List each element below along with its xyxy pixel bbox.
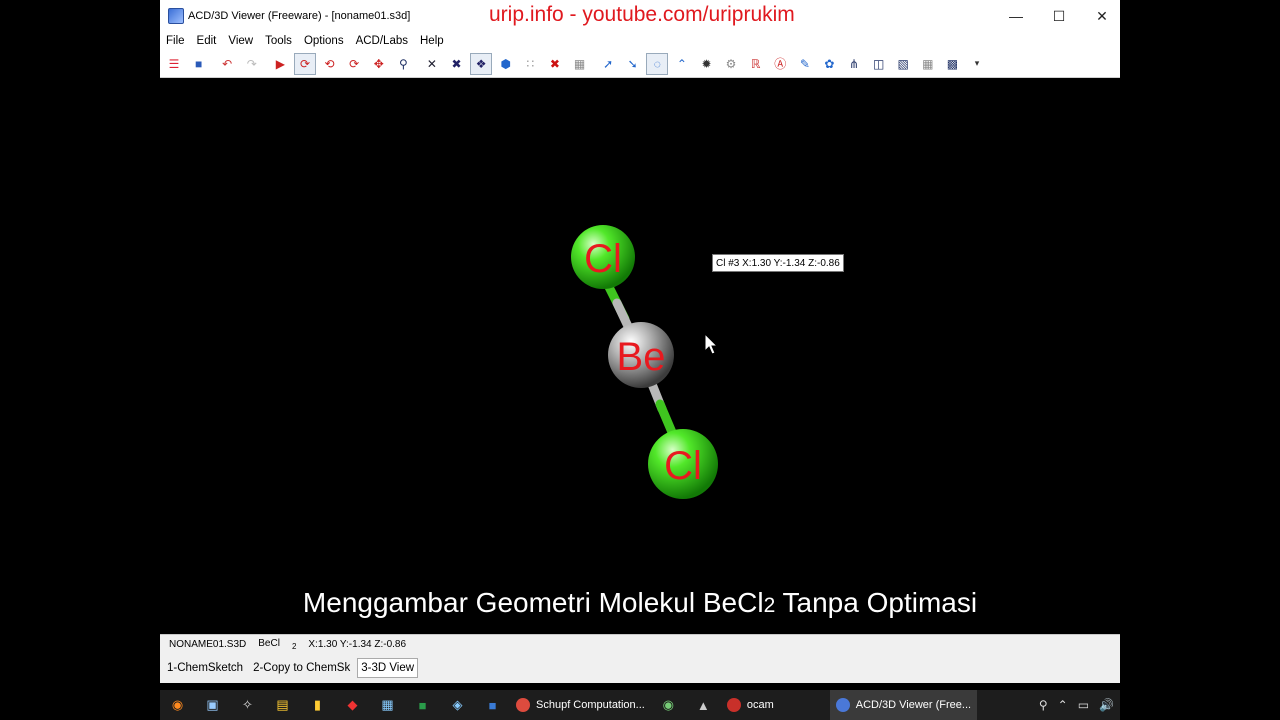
status-coords: X:1.30 Y:-1.34 Z:-0.86 [308, 638, 407, 650]
menu-acdlabs[interactable]: ACD/Labs [350, 35, 414, 47]
rotate-icon[interactable]: ⟳ [293, 52, 316, 75]
taskbar-app-acd[interactable]: ACD/3D Viewer (Free... [829, 690, 978, 720]
app-icon [168, 8, 184, 24]
taskbar-app-label: ocam [746, 699, 774, 711]
ocam-icon [726, 698, 741, 712]
system-tray: ⚲ ⌃ ▭ 🔊 [1029, 698, 1120, 712]
app-icon-3[interactable]: ✧ [230, 690, 265, 720]
ball-stick-icon[interactable]: ❖ [470, 52, 493, 75]
formula-text: BeCl [258, 637, 280, 649]
layout-icon[interactable]: ▦ [917, 53, 939, 75]
torsion-icon[interactable]: ⌃ [671, 53, 693, 75]
wire-icon[interactable]: ✖ [446, 53, 468, 75]
volume-icon[interactable]: 🔊 [1099, 698, 1114, 712]
title-bar: ACD/3D Viewer (Freeware) - [noname01.s3d… [160, 0, 1120, 32]
rs-icon[interactable]: ℝ [745, 53, 767, 75]
select-icon[interactable]: ▶ [269, 53, 291, 75]
close-button[interactable]: ✕ [1080, 0, 1124, 32]
status-bar: NONAME01.S3D BeCl 2 X:1.30 Y:-1.34 Z:-0.8… [160, 634, 1120, 653]
menu-help[interactable]: Help [414, 35, 450, 47]
overflow-icon[interactable]: ▾ [966, 53, 988, 75]
minimize-button[interactable]: — [994, 0, 1038, 32]
firefox-icon[interactable]: ◉ [160, 690, 195, 720]
watermark-text: urip.info - youtube.com/uriprukim [489, 3, 795, 26]
acd-icon [835, 698, 850, 712]
spacefill-icon[interactable]: ⬢ [495, 53, 517, 75]
app-icon-7[interactable]: ▦ [370, 690, 405, 720]
atom-label-be: Be [617, 335, 666, 379]
taskbar-app-label: ACD/3D Viewer (Free... [855, 699, 972, 711]
chevron-up-icon[interactable]: ⌃ [1058, 698, 1068, 712]
toolbar: ☰ ■ ↶ ↷ ▶ ⟳ ⟲ ⟳ ✥ ⚲ ✕ ✖ ❖ ⬢ ∷ ✖ ▦ ➚ ➘ ◌ … [160, 50, 1120, 78]
app-icon-9[interactable]: ◈ [440, 690, 475, 720]
caption-text: Menggambar Geometri Molekul BeCl [302, 587, 764, 618]
bond-icon[interactable]: ◌ [646, 52, 669, 75]
excel-icon[interactable]: ■ [405, 690, 440, 720]
chrome-icon [516, 698, 530, 712]
app-icon-11[interactable]: ◉ [651, 690, 686, 720]
undo-icon[interactable]: ↶ [216, 53, 238, 75]
menu-file[interactable]: File [160, 35, 191, 47]
battery-icon[interactable]: ▭ [1078, 698, 1089, 712]
color-icon[interactable]: ✎ [794, 53, 816, 75]
tab-bar: 1-ChemSketch 2-Copy to ChemSk 3-3D View [160, 653, 1120, 683]
atom-label-cl-1: Cl [584, 237, 622, 281]
tab-3d-view[interactable]: 3-3D View [357, 658, 419, 678]
taskbar-app-ocam[interactable]: ocam [721, 690, 780, 720]
tab-chemsketch[interactable]: 1-ChemSketch [164, 659, 246, 677]
dotted-surface-icon[interactable]: ✖ [544, 53, 566, 75]
status-formula: BeCl 2 [258, 638, 296, 651]
tree-icon[interactable]: ⋔ [843, 53, 865, 75]
menu-view[interactable]: View [222, 35, 259, 47]
zoom-icon[interactable]: ⚲ [392, 53, 414, 75]
app-icon-12[interactable]: ▲ [686, 690, 721, 720]
status-file: NONAME01.S3D [169, 638, 247, 650]
atom-label-icon[interactable]: ✹ [695, 53, 717, 75]
formula-subscript: 2 [291, 641, 297, 651]
move-icon[interactable]: ✥ [368, 53, 390, 75]
grid-icon[interactable]: ▦ [569, 53, 591, 75]
redo-icon[interactable]: ↷ [241, 53, 263, 75]
rotate-y-icon[interactable]: ⟲ [319, 53, 341, 75]
tab-copy-to-chemsk[interactable]: 2-Copy to ChemSk [250, 659, 353, 677]
open-icon[interactable]: ☰ [163, 53, 185, 75]
molecule-view[interactable]: Cl Be Cl [160, 79, 1120, 634]
dots-icon[interactable]: ∷ [519, 53, 541, 75]
caption-subscript: 2 [763, 594, 776, 617]
notes-icon[interactable]: ▤ [265, 690, 300, 720]
menu-bar: File Edit View Tools Options ACD/Labs He… [160, 32, 1120, 50]
taskbar-app-chrome[interactable]: Schupf Computation... [510, 690, 651, 720]
3d-viewport[interactable]: Cl Be Cl Cl #3 X:1.30 Y:-1.34 Z:-0.86 Me… [160, 79, 1120, 634]
window-title: ACD/3D Viewer (Freeware) - [noname01.s3d… [188, 10, 411, 22]
app-icon-2[interactable]: ▣ [195, 690, 230, 720]
taskbar-app-label: Schupf Computation... [536, 699, 645, 711]
app-window: ACD/3D Viewer (Freeware) - [noname01.s3d… [160, 0, 1120, 690]
stick-icon[interactable]: ✕ [421, 53, 443, 75]
export-icon[interactable]: ▩ [941, 53, 963, 75]
word-icon[interactable]: ■ [475, 690, 510, 720]
file-explorer-icon[interactable]: ▮ [300, 690, 335, 720]
taskbar: ◉ ▣ ✧ ▤ ▮ ◆ ▦ ■ ◈ ■ Schupf Computation..… [160, 690, 1120, 720]
mouse-cursor-icon [704, 332, 719, 355]
rotate-z-icon[interactable]: ⟳ [343, 53, 365, 75]
app-icon-6[interactable]: ◆ [335, 690, 370, 720]
menu-tools[interactable]: Tools [259, 35, 298, 47]
atom-tooltip: Cl #3 X:1.30 Y:-1.34 Z:-0.86 [712, 254, 844, 272]
page-icon[interactable]: ◫ [868, 53, 890, 75]
menu-edit[interactable]: Edit [191, 35, 223, 47]
angle-icon[interactable]: ➘ [622, 53, 644, 75]
optimize-icon[interactable]: ⚙ [720, 53, 742, 75]
video-caption: Menggambar Geometri Molekul BeCl2 Tanpa … [160, 587, 1120, 619]
film-icon[interactable]: ▧ [892, 53, 914, 75]
menu-options[interactable]: Options [298, 35, 350, 47]
a-label-icon[interactable]: Ⓐ [769, 53, 791, 75]
measure-icon[interactable]: ➚ [597, 53, 619, 75]
molecule-icon[interactable]: ✿ [818, 53, 840, 75]
maximize-button[interactable]: ☐ [1037, 0, 1081, 32]
people-icon[interactable]: ⚲ [1039, 698, 1048, 712]
save-icon[interactable]: ■ [188, 53, 210, 75]
atom-label-cl-2: Cl [664, 444, 702, 488]
caption-text-end: Tanpa Optimasi [775, 587, 978, 618]
